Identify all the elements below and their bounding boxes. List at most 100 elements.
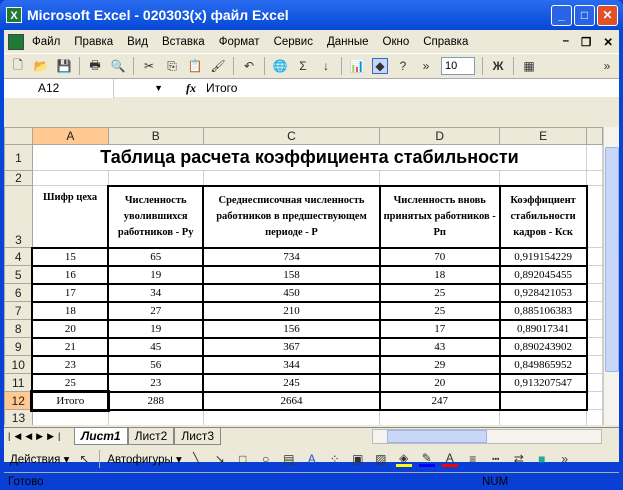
open-icon[interactable]: 📂 bbox=[33, 58, 49, 74]
scroll-thumb[interactable] bbox=[605, 147, 619, 372]
cell[interactable]: 17 bbox=[31, 282, 110, 303]
chevron-down-icon[interactable]: ▼ bbox=[154, 79, 163, 98]
header-cell[interactable]: Численность вновь принятых работников - … bbox=[378, 184, 501, 249]
col-header-a[interactable]: A bbox=[31, 127, 109, 145]
row-header[interactable]: 12 bbox=[4, 391, 33, 410]
h-scroll-thumb[interactable] bbox=[387, 430, 487, 443]
cell[interactable]: 45 bbox=[107, 336, 205, 357]
cut-icon[interactable]: ✂ bbox=[141, 58, 157, 74]
tab-nav-arrows[interactable]: |◀◀▶▶| bbox=[4, 431, 74, 442]
row-header[interactable]: 11 bbox=[4, 373, 33, 392]
actions-menu[interactable]: Действия ▾ bbox=[10, 452, 69, 466]
help-icon[interactable]: ? bbox=[395, 58, 411, 74]
save-icon[interactable]: 💾 bbox=[56, 58, 72, 74]
autosum-icon[interactable]: Σ bbox=[295, 58, 311, 74]
bold-button[interactable]: Ж bbox=[490, 58, 506, 74]
more-icon-3[interactable]: » bbox=[557, 451, 573, 467]
cell[interactable]: 25 bbox=[378, 282, 501, 303]
row-header[interactable]: 13 bbox=[4, 409, 33, 425]
cell[interactable]: 0,89017341 bbox=[498, 318, 588, 339]
row-header[interactable]: 1 bbox=[4, 144, 33, 171]
vertical-scrollbar[interactable] bbox=[603, 127, 619, 425]
line-icon[interactable]: ╲ bbox=[189, 451, 205, 467]
workbook-icon[interactable] bbox=[8, 33, 24, 50]
fx-icon[interactable]: fx bbox=[186, 81, 196, 96]
cell[interactable]: 158 bbox=[202, 264, 381, 285]
menu-help[interactable]: Справка bbox=[423, 36, 468, 48]
table-title[interactable]: Таблица расчета коэффициента стабильност… bbox=[31, 144, 588, 171]
hyperlink-icon[interactable]: 🌐 bbox=[272, 58, 288, 74]
row-header[interactable]: 10 bbox=[4, 355, 33, 374]
autoshapes-menu[interactable]: Автофигуры ▾ bbox=[107, 452, 181, 466]
borders-icon[interactable]: ▦ bbox=[521, 58, 537, 74]
row-header[interactable]: 3 bbox=[4, 185, 33, 248]
drawing-icon[interactable]: ◆ bbox=[372, 58, 388, 74]
copy-icon[interactable]: ⎘ bbox=[164, 58, 180, 74]
row-header[interactable]: 6 bbox=[4, 283, 33, 302]
tab-sheet2[interactable]: Лист2 bbox=[127, 428, 175, 445]
menu-view[interactable]: Вид bbox=[127, 36, 148, 48]
cell[interactable]: 0,913207547 bbox=[498, 372, 588, 393]
cell[interactable]: 21 bbox=[31, 336, 110, 357]
format-painter-icon[interactable]: 🖌 bbox=[210, 58, 226, 74]
cell[interactable]: 17 bbox=[378, 318, 501, 339]
font-color-icon[interactable]: A bbox=[441, 451, 458, 467]
tab-sheet3[interactable]: Лист3 bbox=[174, 428, 222, 445]
name-box[interactable]: A12 ▼ bbox=[4, 78, 163, 98]
cell[interactable]: 344 bbox=[202, 354, 381, 375]
menu-tools[interactable]: Сервис bbox=[274, 36, 313, 48]
font-size-select[interactable]: 10 bbox=[441, 57, 475, 75]
header-cell[interactable]: Численность уволившихся работников - Ру bbox=[107, 184, 205, 249]
cell[interactable]: 734 bbox=[202, 246, 381, 267]
cell[interactable]: 18 bbox=[378, 264, 501, 285]
cell[interactable]: 29 bbox=[378, 354, 501, 375]
cell[interactable]: 65 bbox=[107, 246, 205, 267]
cell[interactable]: 25 bbox=[31, 372, 110, 393]
formula-input[interactable]: Итого bbox=[206, 81, 237, 95]
cell[interactable]: 450 bbox=[202, 282, 381, 303]
rectangle-icon[interactable]: □ bbox=[235, 451, 251, 467]
cell[interactable]: 0,885106383 bbox=[498, 300, 588, 321]
fill-color-icon[interactable]: ◈ bbox=[395, 451, 412, 467]
cell[interactable]: 27 bbox=[107, 300, 205, 321]
doc-close-icon[interactable]: ✕ bbox=[603, 35, 613, 49]
cell[interactable]: 56 bbox=[107, 354, 205, 375]
cell[interactable]: 34 bbox=[107, 282, 205, 303]
cell[interactable]: 0,928421053 bbox=[498, 282, 588, 303]
cell[interactable]: 247 bbox=[378, 390, 501, 411]
cell[interactable]: 20 bbox=[31, 318, 110, 339]
line-style-icon[interactable]: ≡ bbox=[465, 451, 481, 467]
row-header[interactable]: 2 bbox=[4, 170, 33, 186]
select-pointer-icon[interactable]: ↖ bbox=[76, 451, 92, 467]
cell[interactable]: 19 bbox=[107, 264, 205, 285]
cell[interactable]: 16 bbox=[31, 264, 110, 285]
minimize-button[interactable]: _ bbox=[551, 5, 572, 26]
cell[interactable]: 0,890243902 bbox=[498, 336, 588, 357]
row-header[interactable]: 9 bbox=[4, 337, 33, 356]
row-header[interactable]: 8 bbox=[4, 319, 33, 338]
undo-icon[interactable]: ↶ bbox=[241, 58, 257, 74]
line-color-icon[interactable]: ✎ bbox=[418, 451, 435, 467]
clipart-icon[interactable]: ▣ bbox=[350, 451, 366, 467]
menu-edit[interactable]: Правка bbox=[74, 36, 113, 48]
select-all[interactable] bbox=[4, 127, 33, 145]
oval-icon[interactable]: ○ bbox=[258, 451, 274, 467]
picture-icon[interactable]: ▨ bbox=[373, 451, 389, 467]
new-icon[interactable]: 🗋 bbox=[10, 58, 26, 74]
spreadsheet-grid[interactable]: A B C D E 1 Таблица расчета коэффициента… bbox=[4, 127, 603, 425]
print-preview-icon[interactable]: 🔍 bbox=[110, 58, 126, 74]
row-header[interactable]: 7 bbox=[4, 301, 33, 320]
menu-insert[interactable]: Вставка bbox=[162, 36, 205, 48]
cell[interactable]: 0,919154229 bbox=[498, 246, 588, 267]
cell[interactable]: 20 bbox=[378, 372, 501, 393]
row-header[interactable]: 5 bbox=[4, 265, 33, 284]
cell[interactable]: 156 bbox=[202, 318, 381, 339]
cell[interactable]: 288 bbox=[107, 390, 205, 411]
cell[interactable]: 43 bbox=[378, 336, 501, 357]
col-header-c[interactable]: C bbox=[202, 127, 381, 145]
col-header-d[interactable]: D bbox=[379, 127, 501, 145]
wordart-icon[interactable]: A bbox=[304, 451, 320, 467]
menu-data[interactable]: Данные bbox=[327, 36, 369, 48]
cell[interactable]: 367 bbox=[202, 336, 381, 357]
cell[interactable]: 245 bbox=[202, 372, 381, 393]
